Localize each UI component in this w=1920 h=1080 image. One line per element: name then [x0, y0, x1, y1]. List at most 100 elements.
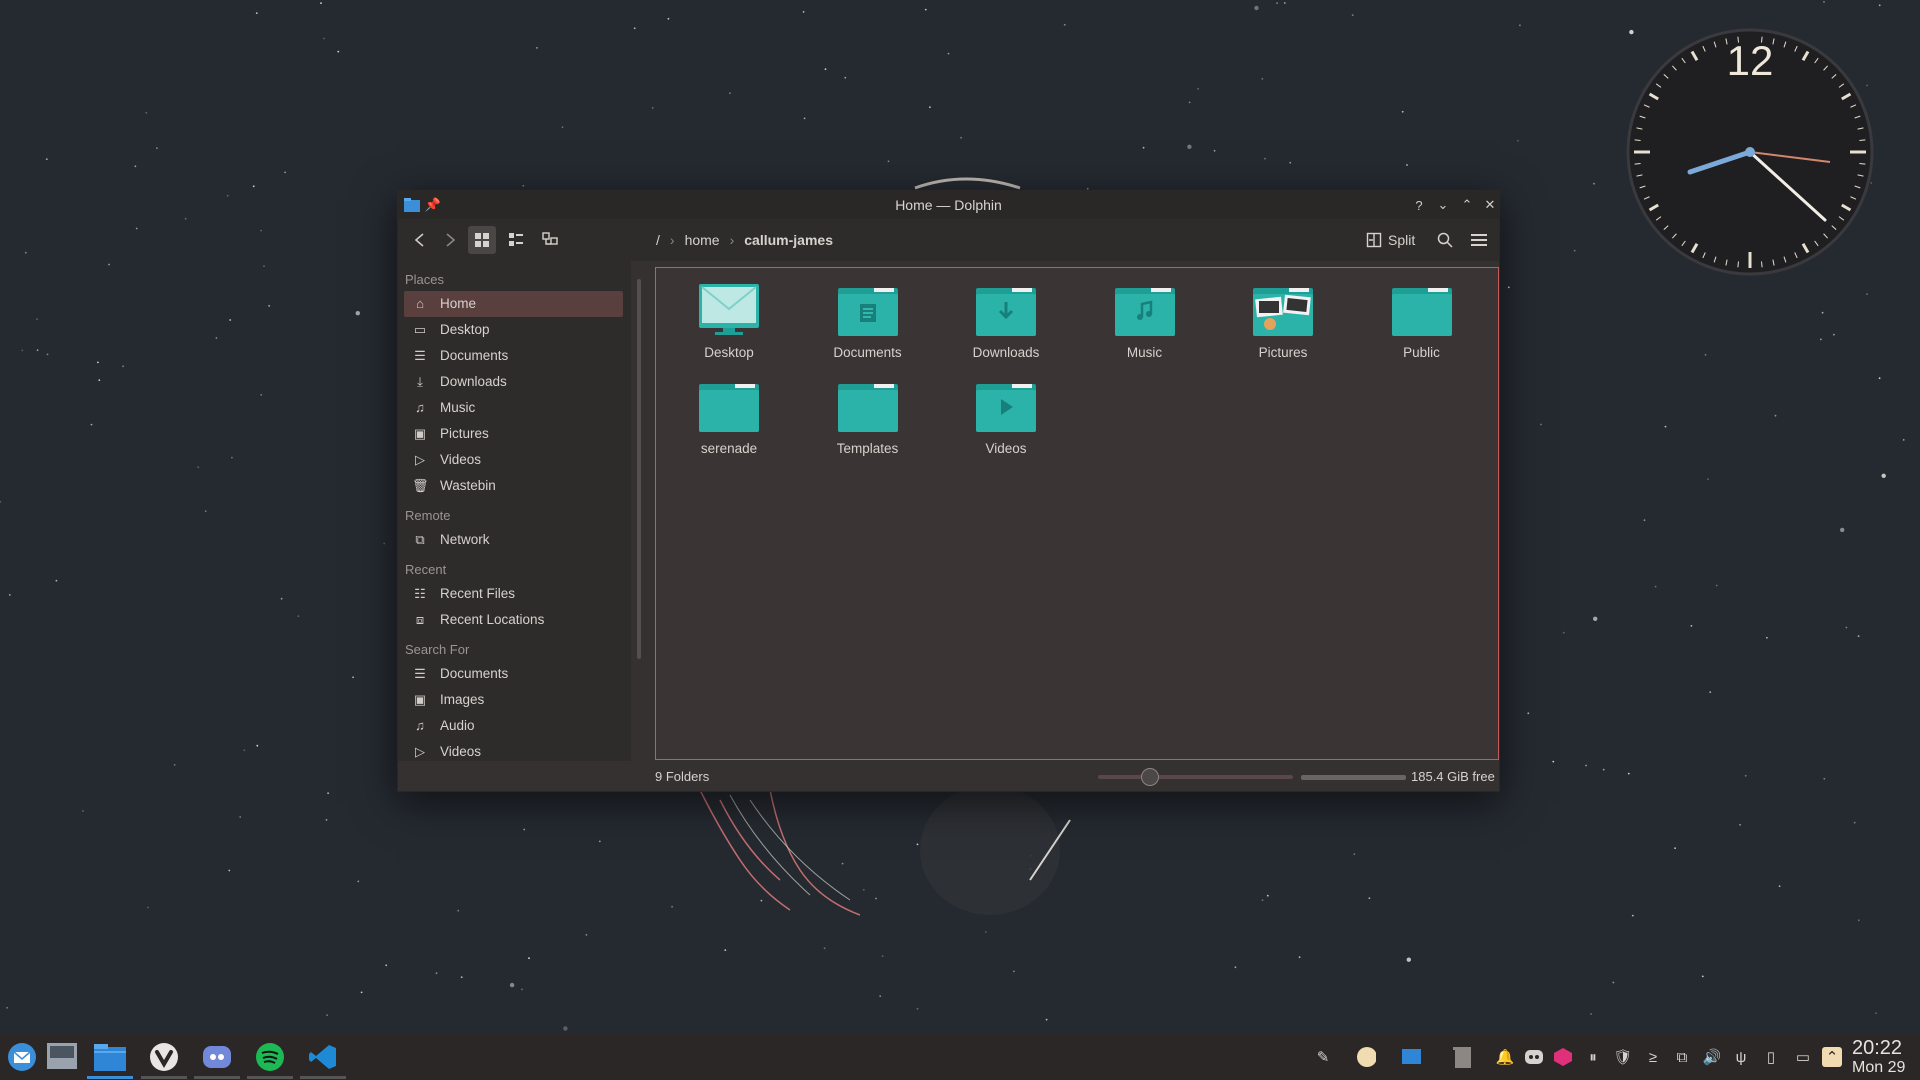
network-icon: ⧉: [415, 532, 425, 547]
folder-item[interactable]: Pictures: [1223, 284, 1343, 360]
icons-view-button[interactable]: [468, 226, 496, 254]
sidebar-item[interactable]: ⌂ Home: [404, 291, 623, 317]
sidebar-item[interactable]: ▭ Desktop: [404, 317, 623, 343]
zoom-slider-track[interactable]: [1098, 775, 1293, 779]
sidebar-item[interactable]: ▣ Pictures: [404, 421, 623, 447]
sidebar-item[interactable]: ♫ Music: [404, 395, 623, 421]
media-player-icon[interactable]: ⏸: [1583, 1047, 1603, 1067]
discord-tray-icon[interactable]: [1524, 1047, 1544, 1067]
minimize-icon[interactable]: ⌄: [1434, 196, 1452, 214]
usb-device-icon[interactable]: ψ: [1731, 1047, 1751, 1067]
free-space-bar: [1301, 775, 1406, 780]
phone-connect-icon[interactable]: ▯: [1761, 1047, 1781, 1067]
hamburger-menu-button[interactable]: [1465, 226, 1493, 254]
sidebar-section-title: Recent: [405, 562, 447, 577]
sidebar-item-label: Desktop: [440, 322, 490, 337]
window-title: Home — Dolphin: [895, 197, 1002, 213]
sidebar-section-title: Remote: [405, 508, 451, 523]
vscode-app-icon[interactable]: [300, 1038, 346, 1079]
folder-item[interactable]: serenade: [669, 380, 789, 456]
mail-app-icon[interactable]: [3, 1038, 41, 1076]
back-button[interactable]: [406, 226, 434, 254]
jetbrains-toolbox-icon[interactable]: [1553, 1047, 1573, 1067]
maximize-icon[interactable]: ⌃: [1458, 196, 1476, 214]
forward-button[interactable]: [436, 226, 464, 254]
clock-time[interactable]: 20:22: [1852, 1037, 1902, 1060]
file-manager-window[interactable]: 📌 Home — Dolphin ? ⌄ ⌃ ✕ / › home › call…: [397, 190, 1500, 792]
folder-item[interactable]: Templates: [808, 380, 928, 456]
sidebar-item[interactable]: ♫ Audio: [404, 713, 623, 739]
spotify-app-icon[interactable]: [247, 1038, 293, 1079]
sidebar-item[interactable]: ▷ Videos: [404, 447, 623, 473]
system-monitor-app-icon[interactable]: [43, 1038, 81, 1076]
discord-app-icon[interactable]: [194, 1038, 240, 1079]
file-manager-app-icon[interactable]: [87, 1038, 133, 1079]
sidebar-scrollbar[interactable]: [637, 279, 641, 659]
folder-item[interactable]: Downloads: [946, 284, 1066, 360]
toolbar: / › home › callum-james Split: [398, 219, 1499, 261]
clipboard-icon[interactable]: ⧉: [1672, 1047, 1692, 1067]
compact-view-button[interactable]: [502, 226, 530, 254]
download-icon: ⤓: [417, 374, 423, 389]
split-button[interactable]: Split: [1366, 226, 1415, 254]
display-icon[interactable]: ▭: [1793, 1047, 1813, 1067]
clock-date[interactable]: Mon 29: [1852, 1059, 1905, 1077]
search-button[interactable]: [1431, 226, 1459, 254]
zoom-slider-handle[interactable]: [1141, 768, 1159, 786]
folder-item[interactable]: Documents: [808, 284, 928, 360]
folder-item[interactable]: Desktop: [669, 284, 789, 360]
breadcrumb[interactable]: / › home › callum-james: [656, 219, 843, 261]
breadcrumb-current[interactable]: callum-james: [744, 232, 833, 248]
breadcrumb-root[interactable]: /: [656, 232, 660, 248]
sidebar-section-title: Places: [405, 272, 445, 287]
menu-icon: [1471, 234, 1487, 246]
sidebar-item[interactable]: ☰ Documents: [404, 661, 623, 687]
image-icon: ▣: [413, 426, 427, 441]
sidebar-item[interactable]: ⧉ Network: [404, 527, 623, 553]
sidebar-item[interactable]: ⤓ Downloads: [404, 369, 623, 395]
close-icon[interactable]: ✕: [1481, 196, 1499, 214]
sidebar-item[interactable]: ☰ Documents: [404, 343, 623, 369]
sidebar-item[interactable]: 🗑 Wastebin: [404, 473, 623, 499]
folder-icon: [1362, 284, 1482, 339]
night-color-icon[interactable]: [1356, 1047, 1376, 1067]
sidebar-item-label: Audio: [440, 718, 475, 733]
vivaldi-app-icon[interactable]: [141, 1038, 187, 1079]
running-task-indicator: [247, 1076, 293, 1079]
color-picker-icon[interactable]: ✎: [1313, 1047, 1333, 1067]
music-folder-icon: [1085, 284, 1205, 339]
file-view[interactable]: Desktop Documents Downloads Music Pictur…: [655, 267, 1499, 760]
clock-numeral: 12: [1727, 37, 1774, 84]
desktop-icon: ▭: [413, 322, 427, 337]
sidebar-item-label: Videos: [440, 744, 482, 759]
split-label: Split: [1388, 232, 1416, 248]
breadcrumb-home[interactable]: home: [685, 232, 720, 248]
folder-item[interactable]: Music: [1085, 284, 1205, 360]
documents-folder-icon: [808, 284, 928, 339]
sidebar-item[interactable]: ☷ Recent Files: [404, 581, 623, 607]
sidebar-item-label: Recent Locations: [440, 612, 545, 627]
vpn-shield-icon[interactable]: 🛡: [1613, 1047, 1633, 1067]
folder-item[interactable]: Public: [1362, 284, 1482, 360]
pictures-folder-icon: [1223, 284, 1343, 339]
split-icon: [1366, 232, 1382, 248]
desktop-folder-icon: [669, 284, 789, 339]
folder-item[interactable]: Videos: [946, 380, 1066, 456]
downloads-folder-icon: [946, 284, 1066, 339]
tray-expand-icon[interactable]: ⌃: [1822, 1047, 1842, 1067]
home-icon: ⌂: [416, 296, 424, 311]
trash-icon[interactable]: [1451, 1047, 1471, 1068]
details-view-button[interactable]: [536, 226, 564, 254]
show-desktop-icon[interactable]: [1401, 1047, 1421, 1067]
help-icon[interactable]: ?: [1410, 196, 1428, 214]
folder-icon: [669, 380, 789, 435]
trash-icon: 🗑: [412, 478, 429, 493]
active-task-indicator: [87, 1076, 133, 1079]
terminal-icon[interactable]: ≥: [1643, 1047, 1663, 1067]
window-titlebar[interactable]: 📌 Home — Dolphin ? ⌄ ⌃ ✕: [398, 191, 1499, 219]
sidebar-item[interactable]: ⧈ Recent Locations: [404, 607, 623, 633]
sidebar-item[interactable]: ▣ Images: [404, 687, 623, 713]
volume-icon[interactable]: 🔊: [1702, 1047, 1722, 1067]
notification-bell-icon[interactable]: 🔔: [1495, 1047, 1515, 1067]
folder-icon: [808, 380, 928, 435]
